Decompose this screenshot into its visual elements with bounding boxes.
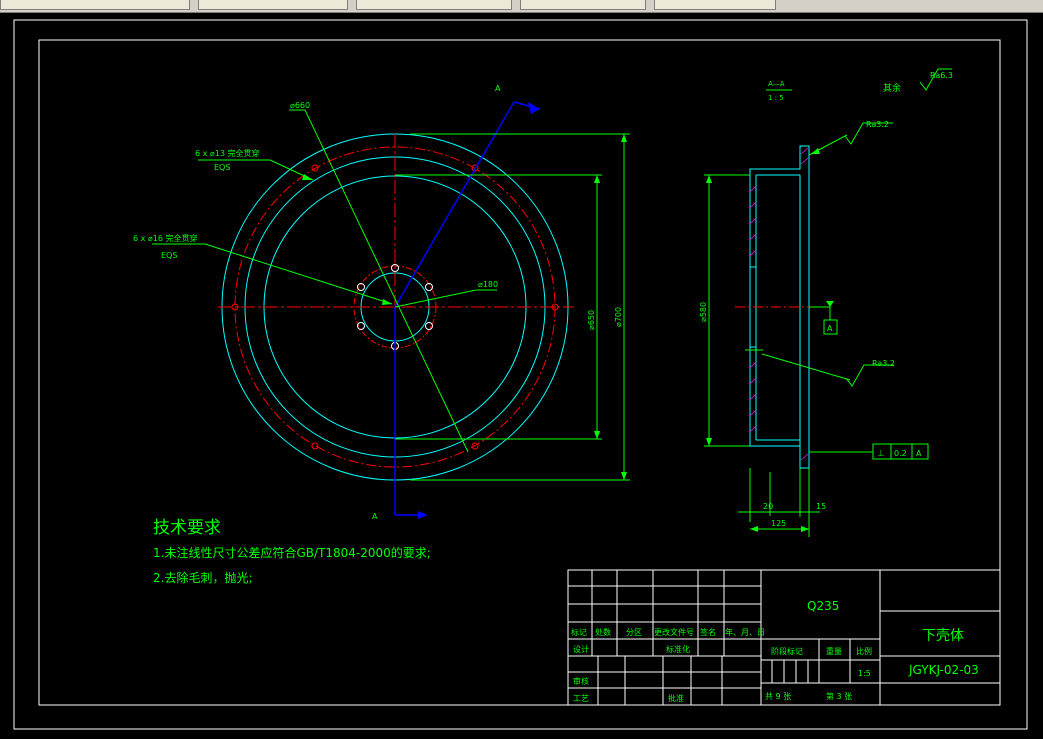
requirements-title: 技术要求 xyxy=(153,518,221,538)
tb-sheet-no: 第 3 张 xyxy=(826,691,852,701)
hole-note-2: 6 x ⌀16 完全贯穿 xyxy=(133,233,197,243)
perp-datum: A xyxy=(916,449,922,458)
section-title: A—A xyxy=(768,80,785,88)
tb-drawing-no: JGYKJ-02-03 xyxy=(908,663,979,677)
layout-tab[interactable] xyxy=(654,0,776,10)
section-mark-bottom: A xyxy=(372,512,378,521)
layout-tab[interactable] xyxy=(356,0,512,10)
tb-material: Q235 xyxy=(807,599,839,613)
tb-row-design: 设计 xyxy=(573,644,589,654)
tb-row-process: 工艺 xyxy=(573,694,589,703)
perp-value: 0.2 xyxy=(894,449,907,458)
tb-header-sign: 签名 xyxy=(700,627,716,637)
dim-phi180: ⌀180 xyxy=(478,280,498,289)
tb-header-count: 处数 xyxy=(595,627,611,637)
section-arrow-bottom xyxy=(418,511,428,519)
hole-note-2-eqs: EQS xyxy=(161,251,177,260)
section-scale: 1 : 5 xyxy=(768,94,784,102)
tb-stage-label: 阶段标记 xyxy=(771,646,803,656)
hole-note-1-eqs: EQS xyxy=(214,163,230,172)
tb-part-name: 下壳体 xyxy=(922,627,964,644)
datum-label: A xyxy=(827,324,833,333)
hole-note-1: 6 x ⌀13 完全贯穿 xyxy=(195,148,259,158)
section-dimensions xyxy=(704,134,929,537)
roughness-other-label: 其余 xyxy=(883,82,901,94)
tb-scale-label: 比例 xyxy=(856,646,872,656)
tb-header-docno: 更改文件号 xyxy=(654,627,694,637)
dim-phi660: ⌀660 xyxy=(290,101,310,110)
dim-15: 15 xyxy=(816,502,826,511)
requirements-item-2: 2.去除毛刺，抛光; xyxy=(153,570,253,585)
requirements-item-1: 1.未注线性尺寸公差应符合GB/T1804-2000的要求; xyxy=(153,545,431,560)
dim-phi700: ⌀700 xyxy=(614,307,623,327)
layout-tab[interactable] xyxy=(198,0,348,10)
section-hatching xyxy=(749,147,809,461)
tb-row-check: 审核 xyxy=(573,676,589,686)
drawing-frame xyxy=(38,39,1001,706)
tb-weight-label: 重量 xyxy=(826,646,842,656)
section-plane-line xyxy=(394,101,515,308)
tb-header-mark: 标记 xyxy=(571,627,587,637)
layout-tab[interactable] xyxy=(520,0,646,10)
tb-scale-value: 1:5 xyxy=(858,669,871,678)
dim-20: 20 xyxy=(763,502,773,511)
tb-header-date: 年、月、日 xyxy=(725,627,765,637)
layout-tab[interactable] xyxy=(0,0,190,10)
tb-row-standard: 标准化 xyxy=(666,644,690,654)
dim-phi650: ⌀650 xyxy=(587,310,596,330)
dim-phi580: ⌀580 xyxy=(699,302,708,322)
tb-row-approve: 批准 xyxy=(668,693,684,703)
front-view xyxy=(218,101,574,519)
roughness-ra63: Ra6.3 xyxy=(930,71,953,80)
cad-drawing-canvas[interactable]: ⌀660 6 x ⌀13 完全贯穿 EQS 6 x ⌀16 完全贯穿 EQS ⌀… xyxy=(0,12,1043,739)
section-mark-top: A xyxy=(495,84,501,93)
perp-symbol: ⊥ xyxy=(877,449,885,459)
dim-125: 125 xyxy=(771,519,786,528)
roughness-ra32-top: Ra3.2 xyxy=(866,120,889,129)
tb-header-zone: 分区 xyxy=(626,628,642,637)
roughness-ra32-side: Ra3.2 xyxy=(872,359,895,368)
tb-sheets-total: 共 9 张 xyxy=(765,692,791,701)
section-arrow-top xyxy=(528,102,540,114)
